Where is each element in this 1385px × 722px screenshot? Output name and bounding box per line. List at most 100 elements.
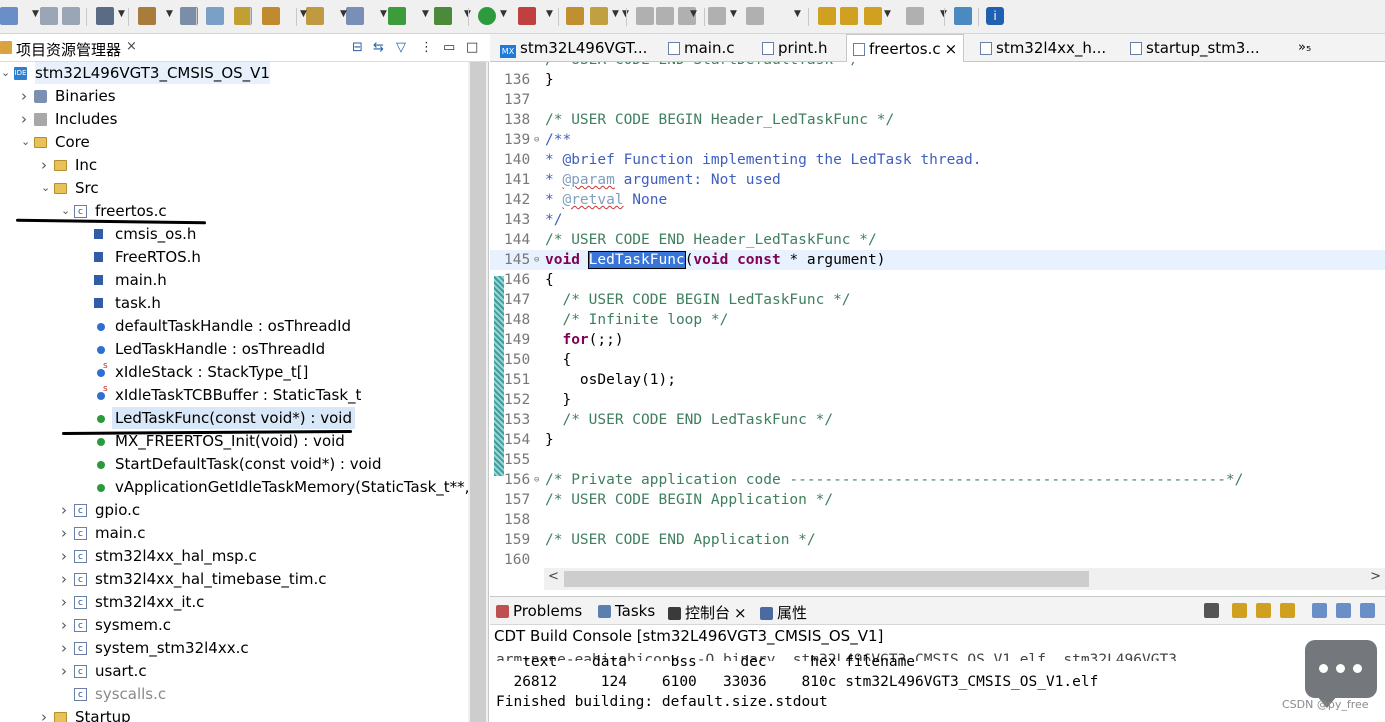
tool-icon[interactable] bbox=[590, 7, 608, 25]
tree-item[interactable]: defaultTaskHandle : osThreadId bbox=[0, 315, 468, 337]
open-perspective-icon[interactable] bbox=[954, 7, 972, 25]
format-icon[interactable] bbox=[636, 7, 654, 25]
tree-item[interactable]: ⌄ IDE stm32L496VGT3_CMSIS_OS_V1 bbox=[0, 62, 468, 84]
word-wrap-icon[interactable] bbox=[1280, 603, 1295, 618]
dropdown-arrow-icon[interactable]: ▼ bbox=[300, 9, 307, 19]
tree-item[interactable]: syscalls.c bbox=[0, 683, 468, 706]
remove-launch-icon[interactable] bbox=[1204, 603, 1219, 618]
tree-item[interactable]: s xIdleTaskTCBBuffer : StaticTask_t bbox=[0, 384, 468, 406]
tab-overflow-button[interactable]: »₅ bbox=[1298, 34, 1311, 62]
tree-item[interactable]: › usart.c bbox=[0, 660, 468, 683]
run-icon[interactable] bbox=[478, 7, 496, 25]
scroll-lock-icon[interactable] bbox=[1232, 603, 1247, 618]
dropdown-arrow-icon[interactable]: ▼ bbox=[546, 9, 553, 19]
open-element-icon[interactable] bbox=[262, 7, 280, 25]
close-icon[interactable]: × bbox=[945, 40, 958, 58]
collapsed-chevron-icon[interactable]: › bbox=[61, 637, 67, 659]
collapsed-chevron-icon[interactable]: › bbox=[21, 108, 27, 130]
display-console-icon[interactable] bbox=[1312, 603, 1327, 618]
chat-bubble-icon[interactable] bbox=[1305, 640, 1377, 708]
tree-item[interactable]: › Startup bbox=[0, 706, 468, 722]
collapsed-chevron-icon[interactable]: › bbox=[61, 568, 67, 590]
tree-item[interactable]: › gpio.c bbox=[0, 499, 468, 522]
open-type-icon[interactable] bbox=[566, 7, 584, 25]
fold-toggle-icon[interactable]: ⊖ bbox=[534, 470, 539, 490]
dropdown-arrow-icon[interactable]: ▼ bbox=[794, 9, 801, 19]
tree-item[interactable]: › Includes bbox=[0, 108, 468, 130]
editor-tab[interactable]: MX stm32L496VGT... bbox=[494, 34, 653, 62]
collapse-all-icon[interactable]: ⊟ bbox=[352, 40, 363, 55]
new-icon[interactable] bbox=[0, 7, 18, 25]
comment-icon[interactable] bbox=[656, 7, 674, 25]
dropdown-arrow-icon[interactable]: ▼ bbox=[884, 9, 891, 19]
tree-item[interactable]: ⌄ Core bbox=[0, 131, 468, 153]
expanded-chevron-icon[interactable]: ⌄ bbox=[1, 62, 10, 84]
collapsed-chevron-icon[interactable]: › bbox=[61, 522, 67, 544]
tree-item[interactable]: › stm32l4xx_hal_timebase_tim.c bbox=[0, 568, 468, 591]
dropdown-arrow-icon[interactable]: ▼ bbox=[380, 9, 387, 19]
tree-item[interactable]: › stm32l4xx_it.c bbox=[0, 591, 468, 614]
expanded-chevron-icon[interactable]: ⌄ bbox=[41, 177, 50, 199]
console-tab[interactable]: Problems bbox=[496, 602, 582, 620]
save-all-icon[interactable] bbox=[62, 7, 80, 25]
bug-icon[interactable] bbox=[434, 7, 452, 25]
refresh-icon[interactable] bbox=[388, 7, 406, 25]
console-tab[interactable]: Tasks bbox=[598, 602, 655, 620]
editor-tab[interactable]: main.c bbox=[662, 34, 741, 62]
dropdown-arrow-icon[interactable]: ▼ bbox=[612, 9, 619, 19]
forward-icon[interactable] bbox=[906, 7, 924, 25]
collapsed-chevron-icon[interactable]: › bbox=[61, 660, 67, 682]
next-annotation-icon[interactable] bbox=[708, 7, 726, 25]
tree-item[interactable]: main.h bbox=[0, 269, 468, 291]
dropdown-arrow-icon[interactable]: ▼ bbox=[340, 9, 347, 19]
tree-item[interactable]: › stm32l4xx_hal_msp.c bbox=[0, 545, 468, 568]
dropdown-arrow-icon[interactable]: ▼ bbox=[166, 9, 173, 19]
external-tools-icon[interactable] bbox=[518, 7, 536, 25]
info-icon[interactable]: i bbox=[986, 7, 1004, 25]
project-explorer-tab[interactable]: 项目资源管理器 × ⊟ ⇆ ▽ ⋮ ▭ □ bbox=[0, 34, 489, 62]
scroll-left-icon[interactable]: < bbox=[548, 569, 559, 584]
tree-item[interactable]: › sysmem.c bbox=[0, 614, 468, 637]
tree-scrollbar[interactable] bbox=[468, 62, 488, 722]
prev-annotation-icon[interactable] bbox=[746, 7, 764, 25]
editor-scrollbar-thumb[interactable] bbox=[564, 571, 1089, 587]
dropdown-arrow-icon[interactable]: ▼ bbox=[690, 9, 697, 19]
build-icon[interactable] bbox=[138, 7, 156, 25]
filter-icon[interactable]: ▽ bbox=[396, 40, 406, 55]
console-tab[interactable]: 属性 bbox=[760, 602, 807, 623]
open-console-icon[interactable] bbox=[1360, 603, 1375, 618]
save-icon[interactable] bbox=[40, 7, 58, 25]
build-settings-icon[interactable] bbox=[96, 7, 114, 25]
tree-item[interactable]: › Inc bbox=[0, 154, 468, 176]
tree-item[interactable]: task.h bbox=[0, 292, 468, 314]
editor-tab[interactable]: print.h bbox=[756, 34, 834, 62]
tree-item[interactable]: › main.c bbox=[0, 522, 468, 545]
scroll-right-icon[interactable]: > bbox=[1370, 569, 1381, 584]
fold-toggle-icon[interactable]: ⊖ bbox=[534, 250, 539, 270]
forward-edit-icon[interactable] bbox=[840, 7, 858, 25]
collapsed-chevron-icon[interactable]: › bbox=[61, 545, 67, 567]
dropdown-arrow-icon[interactable]: ▼ bbox=[500, 9, 507, 19]
new-console-icon[interactable] bbox=[1336, 603, 1351, 618]
expanded-chevron-icon[interactable]: ⌄ bbox=[21, 131, 30, 153]
pin-icon[interactable] bbox=[1256, 603, 1271, 618]
fold-toggle-icon[interactable]: ⊖ bbox=[534, 130, 539, 150]
collapsed-chevron-icon[interactable]: › bbox=[61, 591, 67, 613]
tree-item[interactable]: ⌄ Src bbox=[0, 177, 468, 199]
collapsed-chevron-icon[interactable]: › bbox=[21, 85, 27, 107]
tree-item[interactable]: cmsis_os.h bbox=[0, 223, 468, 245]
new-file-icon[interactable] bbox=[346, 7, 364, 25]
tree-item[interactable]: › Binaries bbox=[0, 85, 468, 107]
tree-item[interactable]: LedTaskHandle : osThreadId bbox=[0, 338, 468, 360]
close-icon[interactable]: × bbox=[734, 604, 747, 622]
code-area[interactable]: /* USER CODE END StartDefaultTask */136}… bbox=[490, 62, 1385, 568]
back-icon[interactable] bbox=[864, 7, 882, 25]
last-edit-icon[interactable] bbox=[818, 7, 836, 25]
tree-item[interactable]: › system_stm32l4xx.c bbox=[0, 637, 468, 660]
tree-item[interactable]: vApplicationGetIdleTaskMemory(StaticTask… bbox=[0, 476, 468, 498]
tree-item[interactable]: LedTaskFunc(const void*) : void bbox=[0, 407, 468, 429]
collapsed-chevron-icon[interactable]: › bbox=[61, 614, 67, 636]
editor-tab[interactable]: freertos.c × bbox=[846, 34, 965, 62]
new-class-icon[interactable] bbox=[306, 7, 324, 25]
tree-item[interactable]: FreeRTOS.h bbox=[0, 246, 468, 268]
